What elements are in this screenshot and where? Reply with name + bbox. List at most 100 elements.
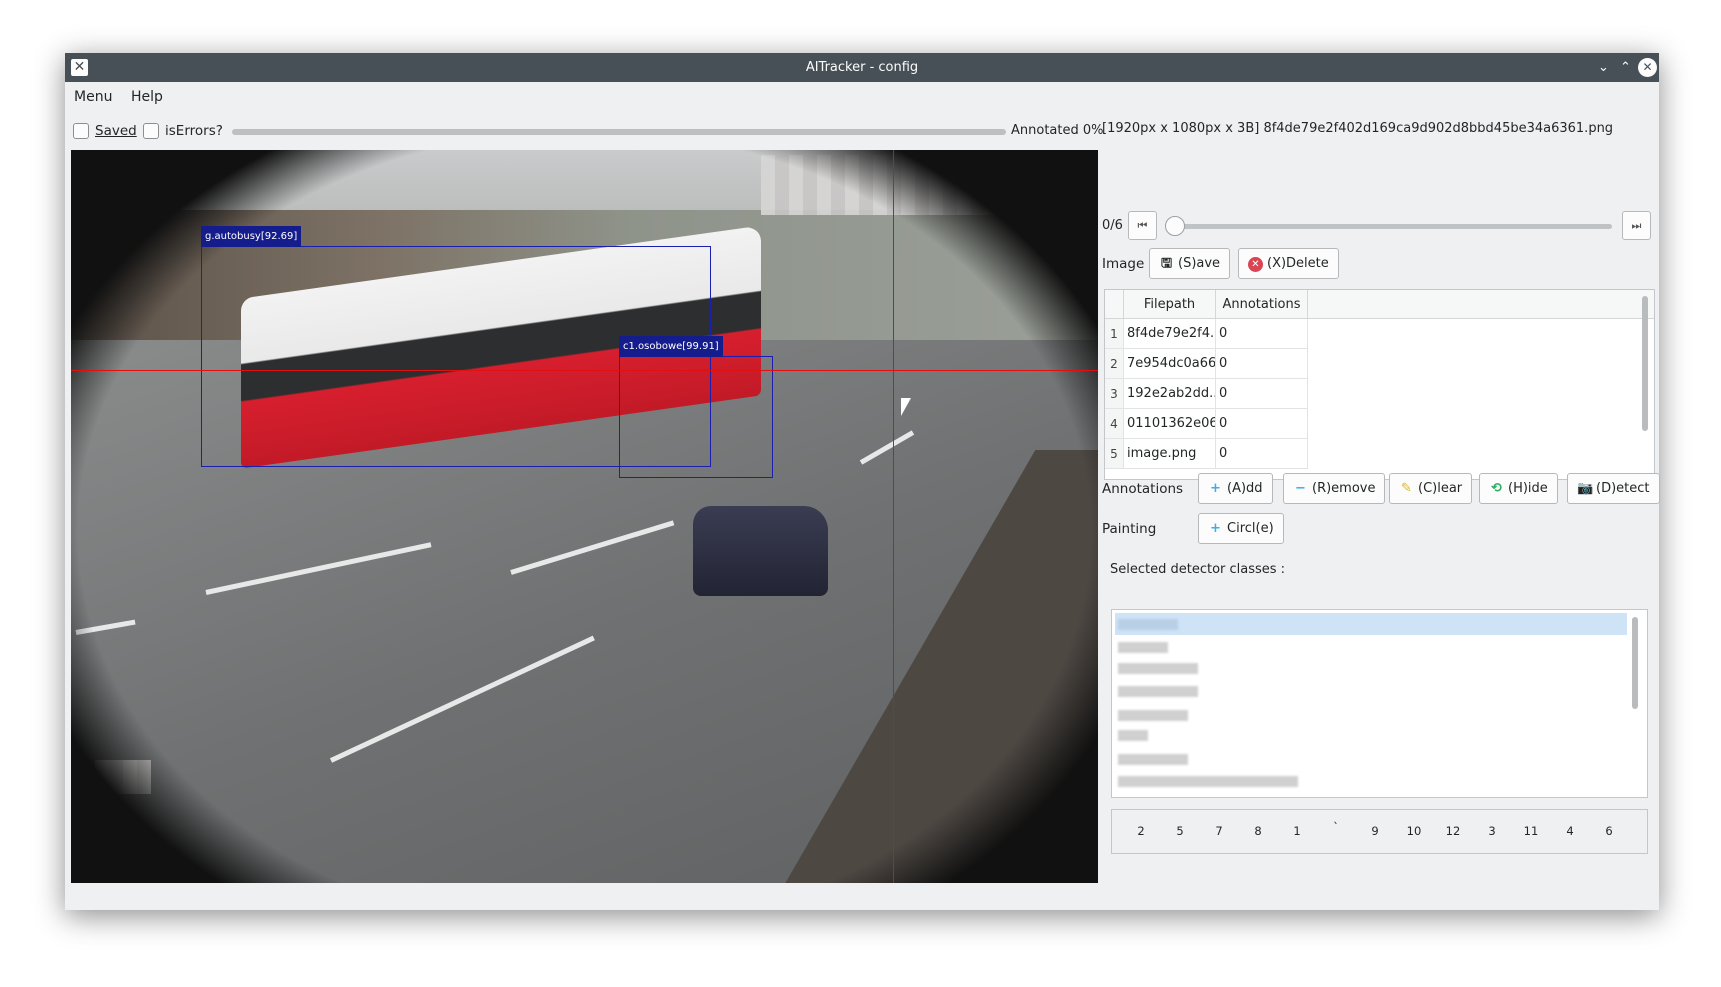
clear-annotations-button[interactable]: ✎ (C)lear bbox=[1389, 473, 1473, 504]
detection-box-car[interactable]: c1.osobowe[99.91] bbox=[619, 336, 773, 478]
class-number[interactable]: 3 bbox=[1477, 824, 1507, 838]
row-annotations: 0 bbox=[1216, 349, 1308, 379]
add-annotation-button[interactable]: + (A)dd bbox=[1198, 473, 1273, 504]
column-header-filepath[interactable]: Filepath bbox=[1124, 290, 1216, 319]
errors-checkbox[interactable] bbox=[143, 123, 159, 139]
image-canvas[interactable]: g.autobusy[92.69] c1.osobowe[99.91] bbox=[71, 150, 1098, 883]
table-row[interactable]: 5 image.png 0 bbox=[1105, 439, 1654, 469]
row-filepath: 192e2ab2dd... bbox=[1124, 379, 1216, 409]
painting-section-label: Painting bbox=[1102, 521, 1157, 537]
title-bar: ✕ AITracker - config ⌄ ⌃ ✕ bbox=[65, 53, 1659, 82]
image-info: [1920px x 1080px x 3B] 8f4de79e2f402d169… bbox=[1102, 121, 1614, 136]
hide-button-label: (H)ide bbox=[1508, 481, 1548, 496]
list-item[interactable] bbox=[1115, 770, 1627, 792]
hide-annotations-button[interactable]: ⟲ (H)ide bbox=[1479, 473, 1558, 504]
class-number[interactable]: 4 bbox=[1555, 824, 1585, 838]
crosshair-horizontal bbox=[71, 370, 1098, 371]
list-item[interactable] bbox=[1115, 613, 1627, 635]
plus-icon: + bbox=[1210, 521, 1221, 536]
remove-button-label: (R)emove bbox=[1312, 481, 1376, 496]
maximize-icon[interactable]: ⌃ bbox=[1616, 58, 1635, 77]
list-item[interactable] bbox=[1115, 748, 1627, 770]
class-list-scrollbar[interactable] bbox=[1632, 617, 1638, 709]
class-number[interactable]: 8 bbox=[1243, 824, 1273, 838]
class-number[interactable]: 1 bbox=[1282, 824, 1312, 838]
row-annotations: 0 bbox=[1216, 439, 1308, 469]
class-number[interactable]: 6 bbox=[1594, 824, 1624, 838]
crosshair-vertical bbox=[893, 150, 894, 883]
save-button-label: (S)ave bbox=[1178, 256, 1221, 271]
list-item[interactable] bbox=[1115, 657, 1627, 679]
menu-item-help[interactable]: Help bbox=[131, 89, 163, 105]
table-row[interactable]: 2 7e954dc0a66... 0 bbox=[1105, 349, 1654, 379]
minimize-icon[interactable]: ⌄ bbox=[1594, 58, 1613, 77]
row-filepath: 7e954dc0a66... bbox=[1124, 349, 1216, 379]
add-button-label: (A)dd bbox=[1227, 481, 1263, 496]
list-item[interactable] bbox=[1115, 636, 1627, 658]
detector-classes-label: Selected detector classes : bbox=[1110, 562, 1286, 577]
close-icon[interactable]: ✕ bbox=[1638, 58, 1657, 77]
menu-item-menu[interactable]: Menu bbox=[74, 89, 112, 105]
column-header-annotations[interactable]: Annotations bbox=[1216, 290, 1308, 319]
right-panel: [1920px x 1080px x 3B] 8f4de79e2f402d169… bbox=[1102, 113, 1660, 903]
class-number[interactable]: 12 bbox=[1438, 824, 1468, 838]
save-button[interactable]: 🖫 (S)ave bbox=[1149, 248, 1231, 279]
hide-icon: ⟲ bbox=[1491, 481, 1502, 496]
detector-class-list[interactable] bbox=[1111, 609, 1648, 798]
table-row[interactable]: 1 8f4de79e2f4... 0 bbox=[1105, 319, 1654, 349]
detection-label: c1.osobowe[99.91] bbox=[619, 336, 723, 357]
detection-label: g.autobusy[92.69] bbox=[201, 226, 302, 247]
annotation-progress-bar bbox=[232, 129, 1006, 135]
circle-button[interactable]: + Circl(e) bbox=[1198, 513, 1284, 544]
row-number: 2 bbox=[1105, 349, 1124, 379]
row-annotations: 0 bbox=[1216, 409, 1308, 439]
row-number: 5 bbox=[1105, 439, 1124, 469]
column-header-index bbox=[1105, 290, 1124, 319]
delete-icon: ✕ bbox=[1248, 257, 1263, 272]
image-slider[interactable] bbox=[1172, 224, 1612, 229]
clear-button-label: (C)lear bbox=[1418, 481, 1463, 496]
window-title: AITracker - config bbox=[805, 60, 919, 75]
camera-icon: 📷 bbox=[1577, 481, 1594, 496]
errors-label: isErrors? bbox=[165, 123, 223, 139]
row-annotations: 0 bbox=[1216, 379, 1308, 409]
saved-checkbox[interactable] bbox=[73, 123, 89, 139]
menu-bar: Menu Help bbox=[65, 82, 1659, 112]
class-number[interactable]: 11 bbox=[1516, 824, 1546, 838]
file-table: Filepath Annotations 1 8f4de79e2f4... 0 … bbox=[1104, 289, 1655, 480]
detect-button[interactable]: 📷 (D)etect bbox=[1567, 473, 1660, 504]
annotated-label: Annotated 0% bbox=[1011, 123, 1104, 138]
minus-icon: − bbox=[1295, 481, 1306, 496]
table-row[interactable]: 3 192e2ab2dd... 0 bbox=[1105, 379, 1654, 409]
broom-icon: ✎ bbox=[1401, 481, 1412, 496]
table-row[interactable]: 4 01101362e06... 0 bbox=[1105, 409, 1654, 439]
row-filepath: 01101362e06... bbox=[1124, 409, 1216, 439]
row-number: 3 bbox=[1105, 379, 1124, 409]
class-number[interactable]: 7 bbox=[1204, 824, 1234, 838]
class-number[interactable]: 10 bbox=[1399, 824, 1429, 838]
remove-annotation-button[interactable]: − (R)emove bbox=[1283, 473, 1386, 504]
row-number: 1 bbox=[1105, 319, 1124, 349]
image-slider-handle[interactable] bbox=[1165, 216, 1185, 236]
class-number[interactable]: 2 bbox=[1126, 824, 1156, 838]
class-number[interactable]: 9 bbox=[1360, 824, 1390, 838]
table-header: Filepath Annotations bbox=[1105, 290, 1654, 319]
class-number[interactable]: 5 bbox=[1165, 824, 1195, 838]
image-counter: 0/6 bbox=[1102, 218, 1123, 233]
list-item[interactable] bbox=[1115, 704, 1627, 726]
first-image-icon[interactable]: ⏮ bbox=[1128, 211, 1157, 240]
circle-button-label: Circl(e) bbox=[1227, 521, 1274, 536]
row-filepath: 8f4de79e2f4... bbox=[1124, 319, 1216, 349]
row-filepath: image.png bbox=[1124, 439, 1216, 469]
table-scrollbar[interactable] bbox=[1642, 296, 1648, 431]
last-image-icon[interactable]: ⏭ bbox=[1622, 211, 1651, 240]
image-section-label: Image bbox=[1102, 256, 1145, 272]
detect-button-label: (D)etect bbox=[1596, 481, 1650, 496]
delete-button[interactable]: ✕ (X)Delete bbox=[1238, 248, 1339, 279]
row-annotations: 0 bbox=[1216, 319, 1308, 349]
list-item[interactable] bbox=[1115, 724, 1627, 746]
mouse-cursor-icon bbox=[901, 398, 911, 416]
list-item[interactable] bbox=[1115, 680, 1627, 702]
class-number[interactable]: ` bbox=[1321, 820, 1351, 834]
row-number: 4 bbox=[1105, 409, 1124, 439]
